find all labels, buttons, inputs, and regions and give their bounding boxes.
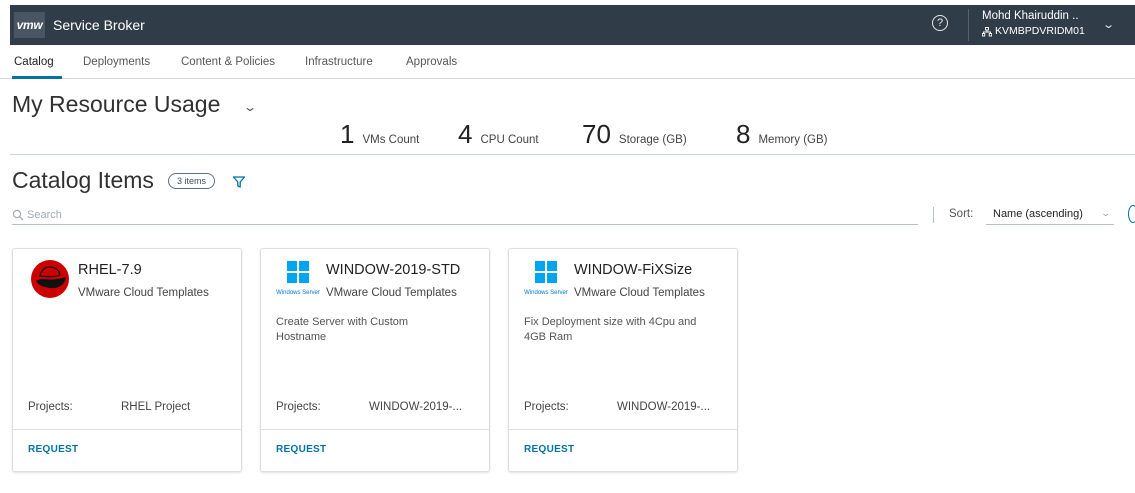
card-description: Create Server with Custom Hostname <box>276 316 409 343</box>
tab-deployments[interactable]: Deployments <box>83 56 150 68</box>
app-frame: vmw Service Broker ? Mohd Khairuddin .. … <box>0 0 1135 493</box>
card-type: VMware Cloud Templates <box>326 287 457 299</box>
user-menu[interactable]: Mohd Khairuddin .. KVMBPDVRIDM01 <box>982 9 1085 39</box>
app-title[interactable]: Service Broker <box>53 17 145 33</box>
user-name: Mohd Khairuddin .. <box>982 10 1079 22</box>
search-input[interactable]: Search <box>12 206 918 225</box>
chevron-down-icon: ⌄ <box>1100 208 1112 218</box>
windows-server-icon: Windows Server <box>524 259 568 299</box>
card-divider <box>509 429 737 430</box>
sort-value: Name (ascending) <box>993 208 1083 220</box>
stat-vms: 1 VMs Count <box>340 119 419 150</box>
search-placeholder: Search <box>27 209 62 221</box>
stat-storage: 70 Storage (GB) <box>582 119 687 150</box>
windows-server-caption: Windows Server <box>524 290 568 296</box>
request-button[interactable]: REQUEST <box>28 444 78 455</box>
chevron-down-icon[interactable]: ⌄ <box>243 100 257 114</box>
sort-select[interactable]: Name (ascending) ⌄ <box>986 206 1114 225</box>
catalog-card-window-2019-std[interactable]: Windows Server WINDOW-2019-STD VMware Cl… <box>260 248 490 472</box>
stat-label: CPU Count <box>480 134 539 146</box>
help-icon[interactable]: ? <box>932 15 948 31</box>
sort-divider <box>933 207 934 223</box>
stat-label: VMs Count <box>362 134 420 146</box>
catalog-items-title: Catalog Items <box>12 167 154 193</box>
refresh-icon[interactable] <box>1128 205 1135 223</box>
filter-icon[interactable] <box>232 175 246 189</box>
request-button[interactable]: REQUEST <box>276 444 326 455</box>
projects-value: RHEL Project <box>121 401 191 413</box>
windows-server-icon: Windows Server <box>276 259 320 299</box>
projects-value: WINDOW-2019-... <box>369 401 463 413</box>
redhat-icon <box>31 260 69 298</box>
item-count-badge: 3 items <box>168 173 216 189</box>
card-title: WINDOW-2019-STD <box>326 262 461 278</box>
windows-server-caption: Windows Server <box>276 290 320 296</box>
stat-value: 4 <box>458 119 473 149</box>
header-divider <box>968 9 969 41</box>
card-title: WINDOW-FiXSize <box>574 262 693 278</box>
projects-value: WINDOW-2019-... <box>617 401 711 413</box>
top-header: vmw Service Broker ? Mohd Khairuddin .. … <box>10 5 1135 45</box>
tab-approvals[interactable]: Approvals <box>406 56 457 68</box>
catalog-card-rhel[interactable]: RHEL-7.9 VMware Cloud Templates Projects… <box>12 248 242 472</box>
request-button[interactable]: REQUEST <box>524 444 574 455</box>
chevron-down-icon[interactable]: ⌄ <box>1102 18 1115 31</box>
projects-label: Projects: <box>276 401 321 413</box>
stat-label: Storage (GB) <box>618 134 687 146</box>
card-divider <box>261 429 489 430</box>
tenant-row: KVMBPDVRIDM01 <box>982 24 1085 39</box>
stat-cpu: 4 CPU Count <box>458 119 539 150</box>
tab-infrastructure[interactable]: Infrastructure <box>305 56 373 68</box>
projects-label: Projects: <box>524 401 569 413</box>
card-type: VMware Cloud Templates <box>78 287 209 299</box>
resource-usage-title[interactable]: My Resource Usage <box>12 91 220 118</box>
tab-content-policies[interactable]: Content & Policies <box>181 56 275 68</box>
main-tabs: Catalog Deployments Content & Policies I… <box>0 52 1135 79</box>
catalog-card-window-fixsize[interactable]: Windows Server WINDOW-FiXSize VMware Clo… <box>508 248 738 472</box>
section-divider <box>10 154 1135 155</box>
card-divider <box>13 429 241 430</box>
vmw-logo[interactable]: vmw <box>14 12 45 38</box>
stat-value: 1 <box>340 119 355 149</box>
card-description: Fix Deployment size with 4Cpu and 4GB Ra… <box>524 316 697 343</box>
tab-catalog[interactable]: Catalog <box>14 56 54 68</box>
stat-memory: 8 Memory (GB) <box>736 119 827 150</box>
card-type: VMware Cloud Templates <box>574 287 705 299</box>
org-icon <box>982 26 992 36</box>
stat-value: 70 <box>582 119 611 149</box>
projects-label: Projects: <box>28 401 73 413</box>
search-icon <box>12 209 24 221</box>
active-tab-indicator <box>12 76 62 79</box>
stat-label: Memory (GB) <box>758 134 828 146</box>
card-title: RHEL-7.9 <box>78 262 142 278</box>
sort-label: Sort: <box>949 208 974 220</box>
tenant-name: KVMBPDVRIDM01 <box>995 25 1085 37</box>
stat-value: 8 <box>736 119 751 149</box>
